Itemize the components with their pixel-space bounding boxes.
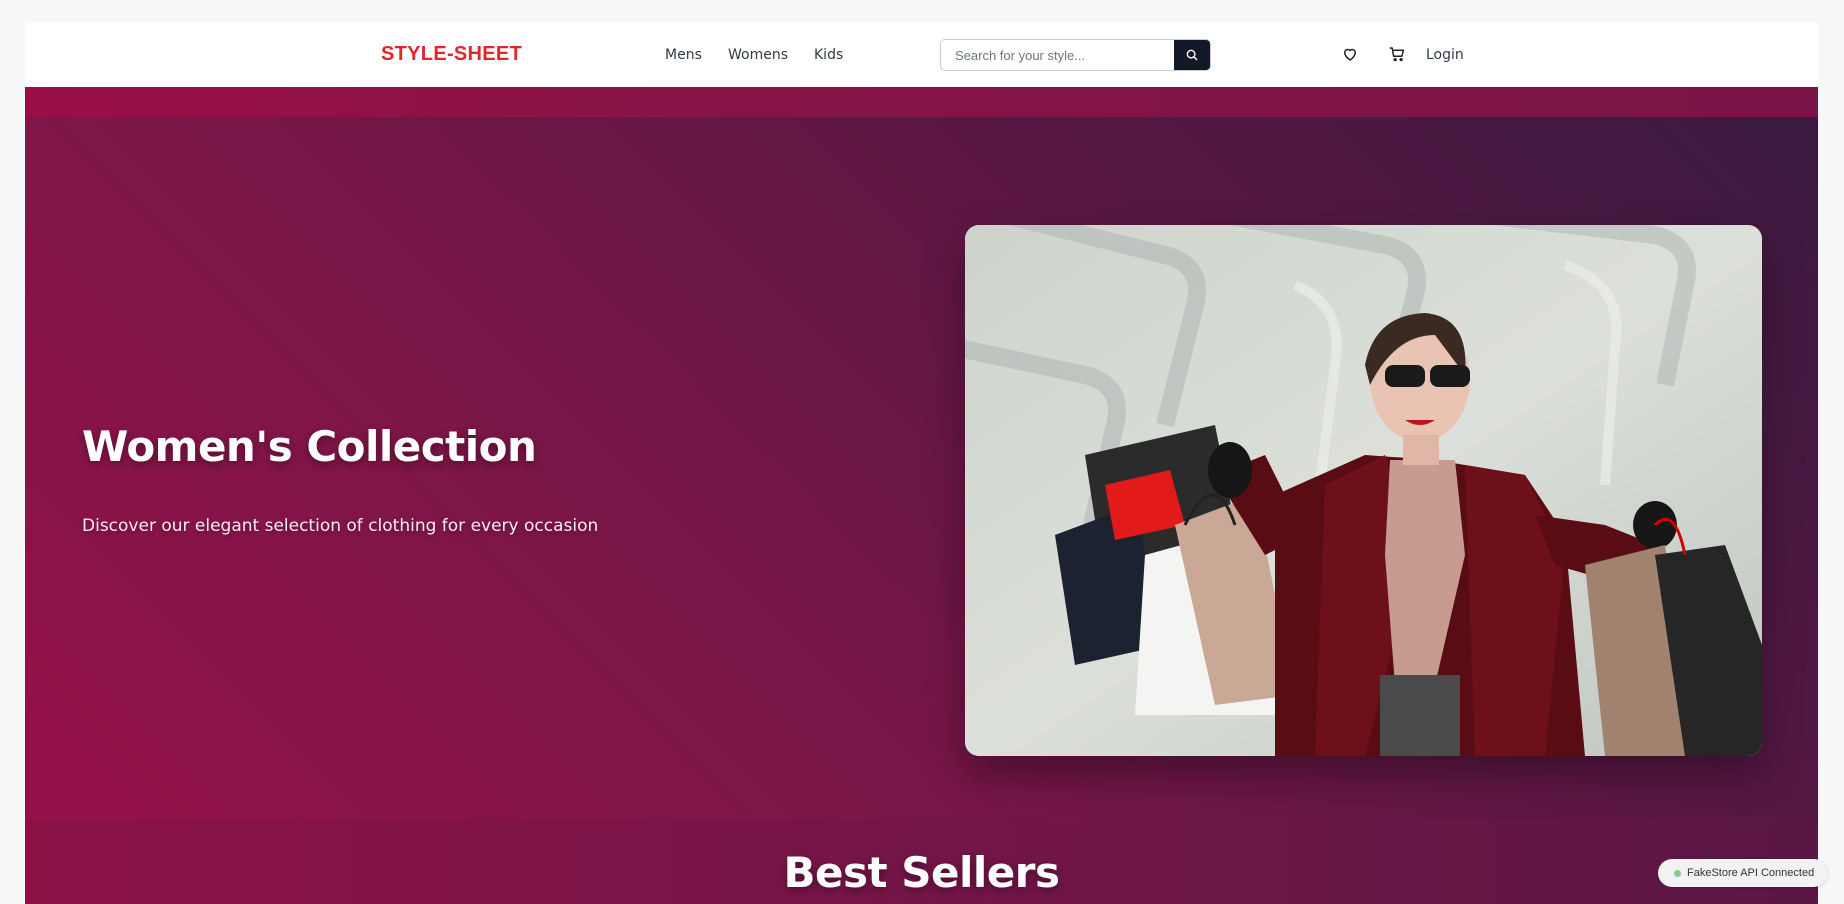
best-sellers-title: Best Sellers	[783, 848, 1060, 897]
status-dot-icon	[1674, 869, 1681, 877]
hero-image	[965, 225, 1762, 756]
hero-title: Women's Collection	[82, 422, 537, 471]
search-bar	[940, 39, 1211, 71]
search-input[interactable]	[941, 40, 1174, 70]
page-frame: STYLE-SHEET Mens Womens Kids Login Wom	[25, 23, 1818, 904]
heart-icon	[1344, 48, 1356, 61]
best-sellers-section: Best Sellers	[25, 819, 1818, 904]
hero-subtitle: Discover our elegant selection of clothi…	[82, 516, 599, 536]
nav-link-mens[interactable]: Mens	[665, 47, 702, 63]
cart-icon	[1389, 47, 1405, 62]
search-button[interactable]	[1174, 40, 1210, 70]
navbar: STYLE-SHEET Mens Womens Kids Login	[25, 23, 1818, 87]
cart-button[interactable]	[1386, 43, 1408, 65]
nav-link-womens[interactable]: Womens	[728, 47, 788, 63]
hero-banner: Women's Collection Discover our elegant …	[25, 117, 1818, 819]
hero-top-strip	[25, 87, 1818, 117]
shopping-woman-illustration	[965, 225, 1762, 756]
nav-link-kids[interactable]: Kids	[814, 47, 843, 63]
brand-logo[interactable]: STYLE-SHEET	[381, 43, 522, 66]
wishlist-button[interactable]	[1339, 43, 1361, 65]
search-icon	[1186, 49, 1198, 61]
login-link[interactable]: Login	[1426, 47, 1464, 63]
api-status-badge: FakeStore API Connected	[1658, 859, 1828, 887]
api-status-label: FakeStore API Connected	[1687, 867, 1815, 879]
